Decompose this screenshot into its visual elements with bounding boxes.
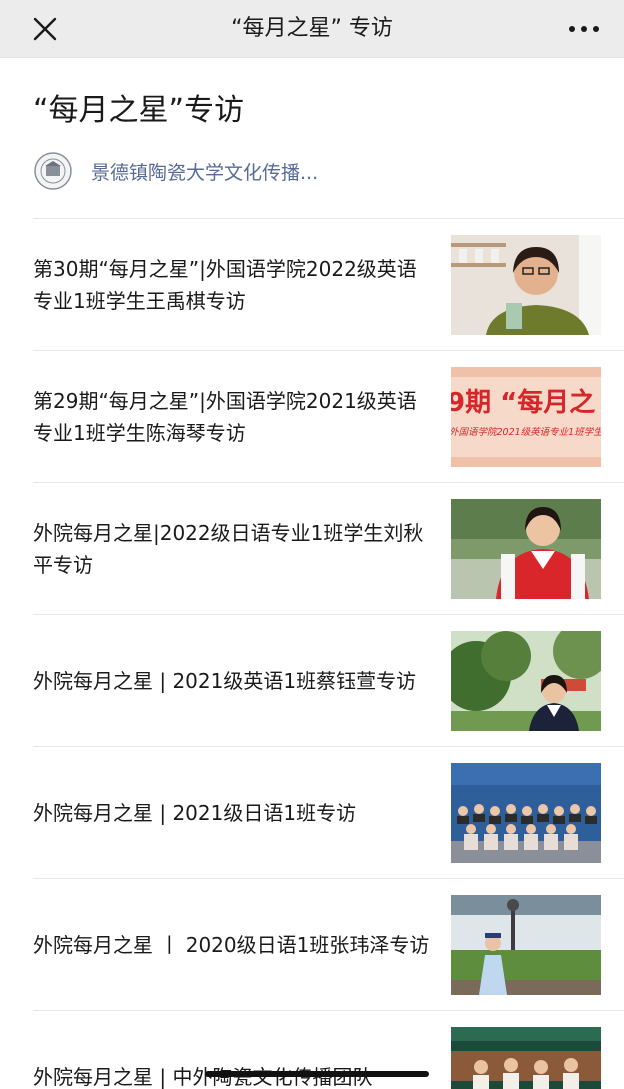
top-navigation-bar: “每月之星” 专访	[0, 0, 624, 58]
list-item[interactable]: 外院每月之星 | 中外陶瓷文化传播团队	[33, 1010, 624, 1089]
group-photo	[451, 1027, 601, 1089]
home-indicator	[205, 1071, 429, 1077]
article-title: 外院每月之星 | 2021级日语1班专访	[33, 801, 357, 825]
list-item[interactable]: 外院每月之星 | 2021级英语1班蔡钰萱专访	[33, 614, 624, 746]
outdoor-photo	[451, 895, 601, 995]
article-title: 第29期“每月之星”|外国语学院2021级英语专业1班学生陈海琴专访	[33, 389, 417, 445]
group-photo	[451, 763, 601, 863]
list-item[interactable]: 第29期“每月之星”|外国语学院2021级英语专业1班学生陈海琴专访 9期 “每…	[33, 350, 624, 482]
list-item[interactable]: 外院每月之星 | 2021级日语1班专访	[33, 746, 624, 878]
more-icon[interactable]	[564, 14, 604, 44]
school-seal-icon	[33, 151, 73, 191]
list-item[interactable]: 外院每月之星 丨 2020级日语1班张玮泽专访	[33, 878, 624, 1010]
account-name: 景德镇陶瓷大学文化传播...	[91, 161, 319, 184]
banner-big-text: 9期 “每月之	[451, 387, 595, 418]
portrait-photo	[451, 235, 601, 335]
page-title: “每月之星” 专访	[231, 16, 393, 41]
article-title: 第30期“每月之星”|外国语学院2022级英语专业1班学生王禹棋专访	[33, 257, 417, 313]
list-item[interactable]: 第30期“每月之星”|外国语学院2022级英语专业1班学生王禹棋专访	[33, 218, 624, 350]
article-title: 外院每月之星 | 2021级英语1班蔡钰萱专访	[33, 669, 417, 693]
banner-small-text: 外国语学院2021级英语专业1班学生陈海琴专访	[451, 426, 601, 438]
outdoor-photo	[451, 631, 601, 731]
account-link[interactable]: 景德镇陶瓷大学文化传播...	[33, 150, 318, 192]
banner-image: 9期 “每月之 外国语学院2021级英语专业1班学生陈海琴专访	[451, 367, 601, 467]
portrait-photo	[451, 499, 601, 599]
list-item[interactable]: 外院每月之星|2022级日语专业1班学生刘秋平专访	[33, 482, 624, 614]
article-title: 外院每月之星|2022级日语专业1班学生刘秋平专访	[33, 521, 424, 577]
album-title: “每月之星”专访	[33, 93, 245, 128]
article-list: 第30期“每月之星”|外国语学院2022级英语专业1班学生王禹棋专访 第29期“…	[33, 218, 624, 1089]
article-title: 外院每月之星 丨 2020级日语1班张玮泽专访	[33, 933, 430, 957]
